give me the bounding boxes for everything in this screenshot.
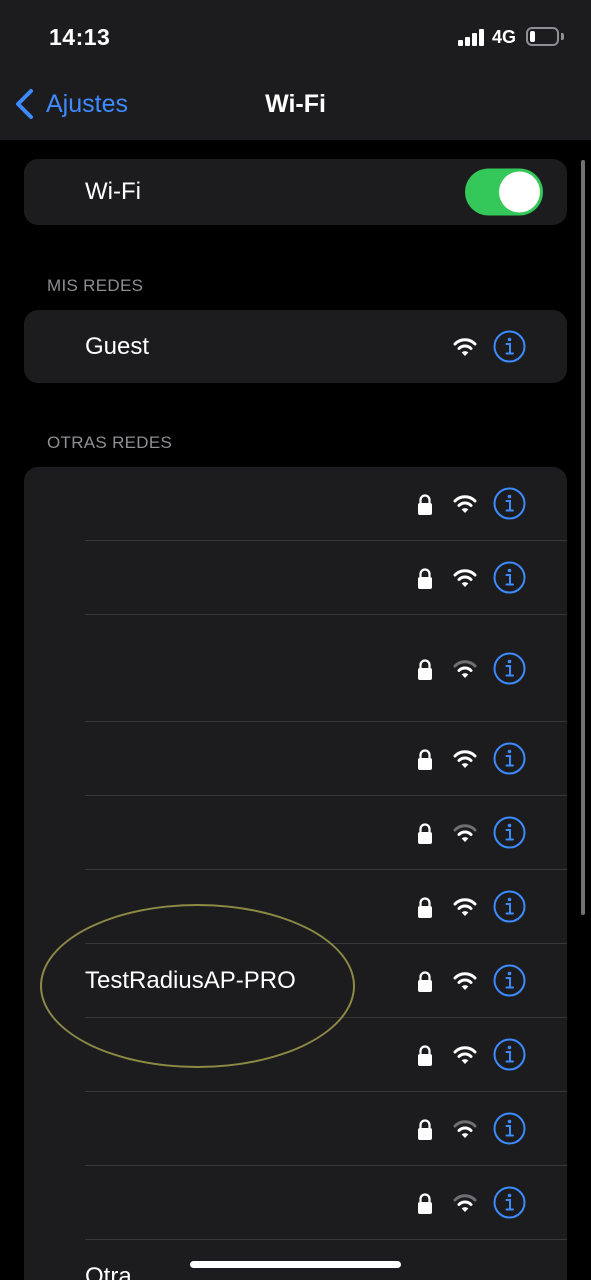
- section-header-other-networks: OTRAS REDES: [47, 433, 173, 452]
- wifi-toggle-switch[interactable]: [465, 168, 543, 216]
- status-time: 14:13: [49, 24, 111, 50]
- network-row[interactable]: [24, 1092, 567, 1166]
- wifi-signal-icon: [453, 495, 477, 513]
- my-networks-group: Guest: [24, 310, 567, 383]
- lock-icon: [418, 823, 432, 844]
- wifi-signal-icon: [453, 750, 477, 768]
- wifi-signal-icon: [453, 1120, 477, 1138]
- network-row[interactable]: [24, 722, 567, 796]
- wifi-signal-icon: [453, 337, 477, 356]
- other-network-row[interactable]: Otra...: [24, 1240, 567, 1280]
- scrollbar[interactable]: [581, 160, 585, 915]
- info-icon[interactable]: [493, 652, 526, 685]
- info-icon[interactable]: [493, 816, 526, 849]
- network-status-icons: [413, 890, 543, 924]
- network-row[interactable]: [24, 467, 567, 541]
- lock-icon: [418, 494, 432, 515]
- network-status-icons: [413, 1186, 543, 1220]
- status-bar: 14:13 4G: [0, 0, 591, 70]
- wifi-signal-icon: [453, 824, 477, 842]
- lock-icon: [418, 1119, 432, 1140]
- network-status-icons: [413, 652, 543, 686]
- lock-icon: [418, 897, 432, 918]
- info-icon[interactable]: [493, 742, 526, 775]
- network-name: TestRadiusAP-PRO: [85, 967, 296, 994]
- lock-icon: [418, 749, 432, 770]
- info-icon[interactable]: [493, 330, 526, 363]
- lock-icon: [418, 568, 432, 589]
- battery-icon: [526, 27, 559, 46]
- network-type: 4G: [492, 27, 517, 47]
- network-status-icons: [413, 964, 543, 998]
- network-row[interactable]: TestRadiusAP-PRO: [24, 944, 567, 1018]
- wifi-signal-icon: [453, 1046, 477, 1064]
- network-status-icons: [413, 330, 543, 364]
- cellular-signal-icon: [458, 29, 485, 46]
- section-header-my-networks: MIS REDES: [47, 276, 144, 295]
- page-title: Wi-Fi: [265, 90, 326, 118]
- network-row[interactable]: [24, 1166, 567, 1240]
- wifi-toggle-group: Wi-Fi: [24, 159, 567, 225]
- info-icon[interactable]: [493, 1112, 526, 1145]
- network-row[interactable]: [24, 796, 567, 870]
- info-icon[interactable]: [493, 561, 526, 594]
- wifi-toggle-row: Wi-Fi: [24, 159, 567, 225]
- lock-icon: [418, 658, 432, 680]
- network-status-icons: [413, 1038, 543, 1072]
- wifi-signal-icon: [453, 569, 477, 587]
- navigation-bar: Ajustes Wi-Fi: [0, 70, 591, 140]
- network-status-icons: [413, 816, 543, 850]
- lock-icon: [418, 1045, 432, 1066]
- network-row[interactable]: [24, 541, 567, 615]
- network-row[interactable]: [24, 870, 567, 944]
- network-row[interactable]: [24, 1018, 567, 1092]
- battery-cap: [561, 33, 564, 40]
- network-name: Guest: [85, 332, 150, 360]
- network-status-icons: [413, 1112, 543, 1146]
- network-row[interactable]: Guest: [24, 310, 567, 383]
- info-icon[interactable]: [493, 890, 526, 923]
- info-icon[interactable]: [493, 964, 526, 997]
- lock-icon: [418, 971, 432, 992]
- settings-content[interactable]: Wi-Fi MIS REDES Guest OTRAS REDES TestRa…: [0, 140, 591, 1280]
- info-icon[interactable]: [493, 1186, 526, 1219]
- wifi-signal-icon: [453, 659, 477, 678]
- other-networks-group: TestRadiusAP-PRO Otra...: [24, 467, 567, 1280]
- lock-icon: [418, 1193, 432, 1214]
- network-row[interactable]: [24, 615, 567, 722]
- info-icon[interactable]: [493, 487, 526, 520]
- network-status-icons: [413, 742, 543, 776]
- wifi-signal-icon: [453, 972, 477, 990]
- network-status-icons: [413, 487, 543, 521]
- other-network-label: Otra...: [85, 1263, 152, 1280]
- network-status-icons: [413, 561, 543, 595]
- wifi-signal-icon: [453, 1194, 477, 1212]
- wifi-signal-icon: [453, 898, 477, 916]
- wifi-toggle-label: Wi-Fi: [85, 178, 141, 205]
- home-indicator[interactable]: [190, 1261, 401, 1268]
- info-icon[interactable]: [493, 1038, 526, 1071]
